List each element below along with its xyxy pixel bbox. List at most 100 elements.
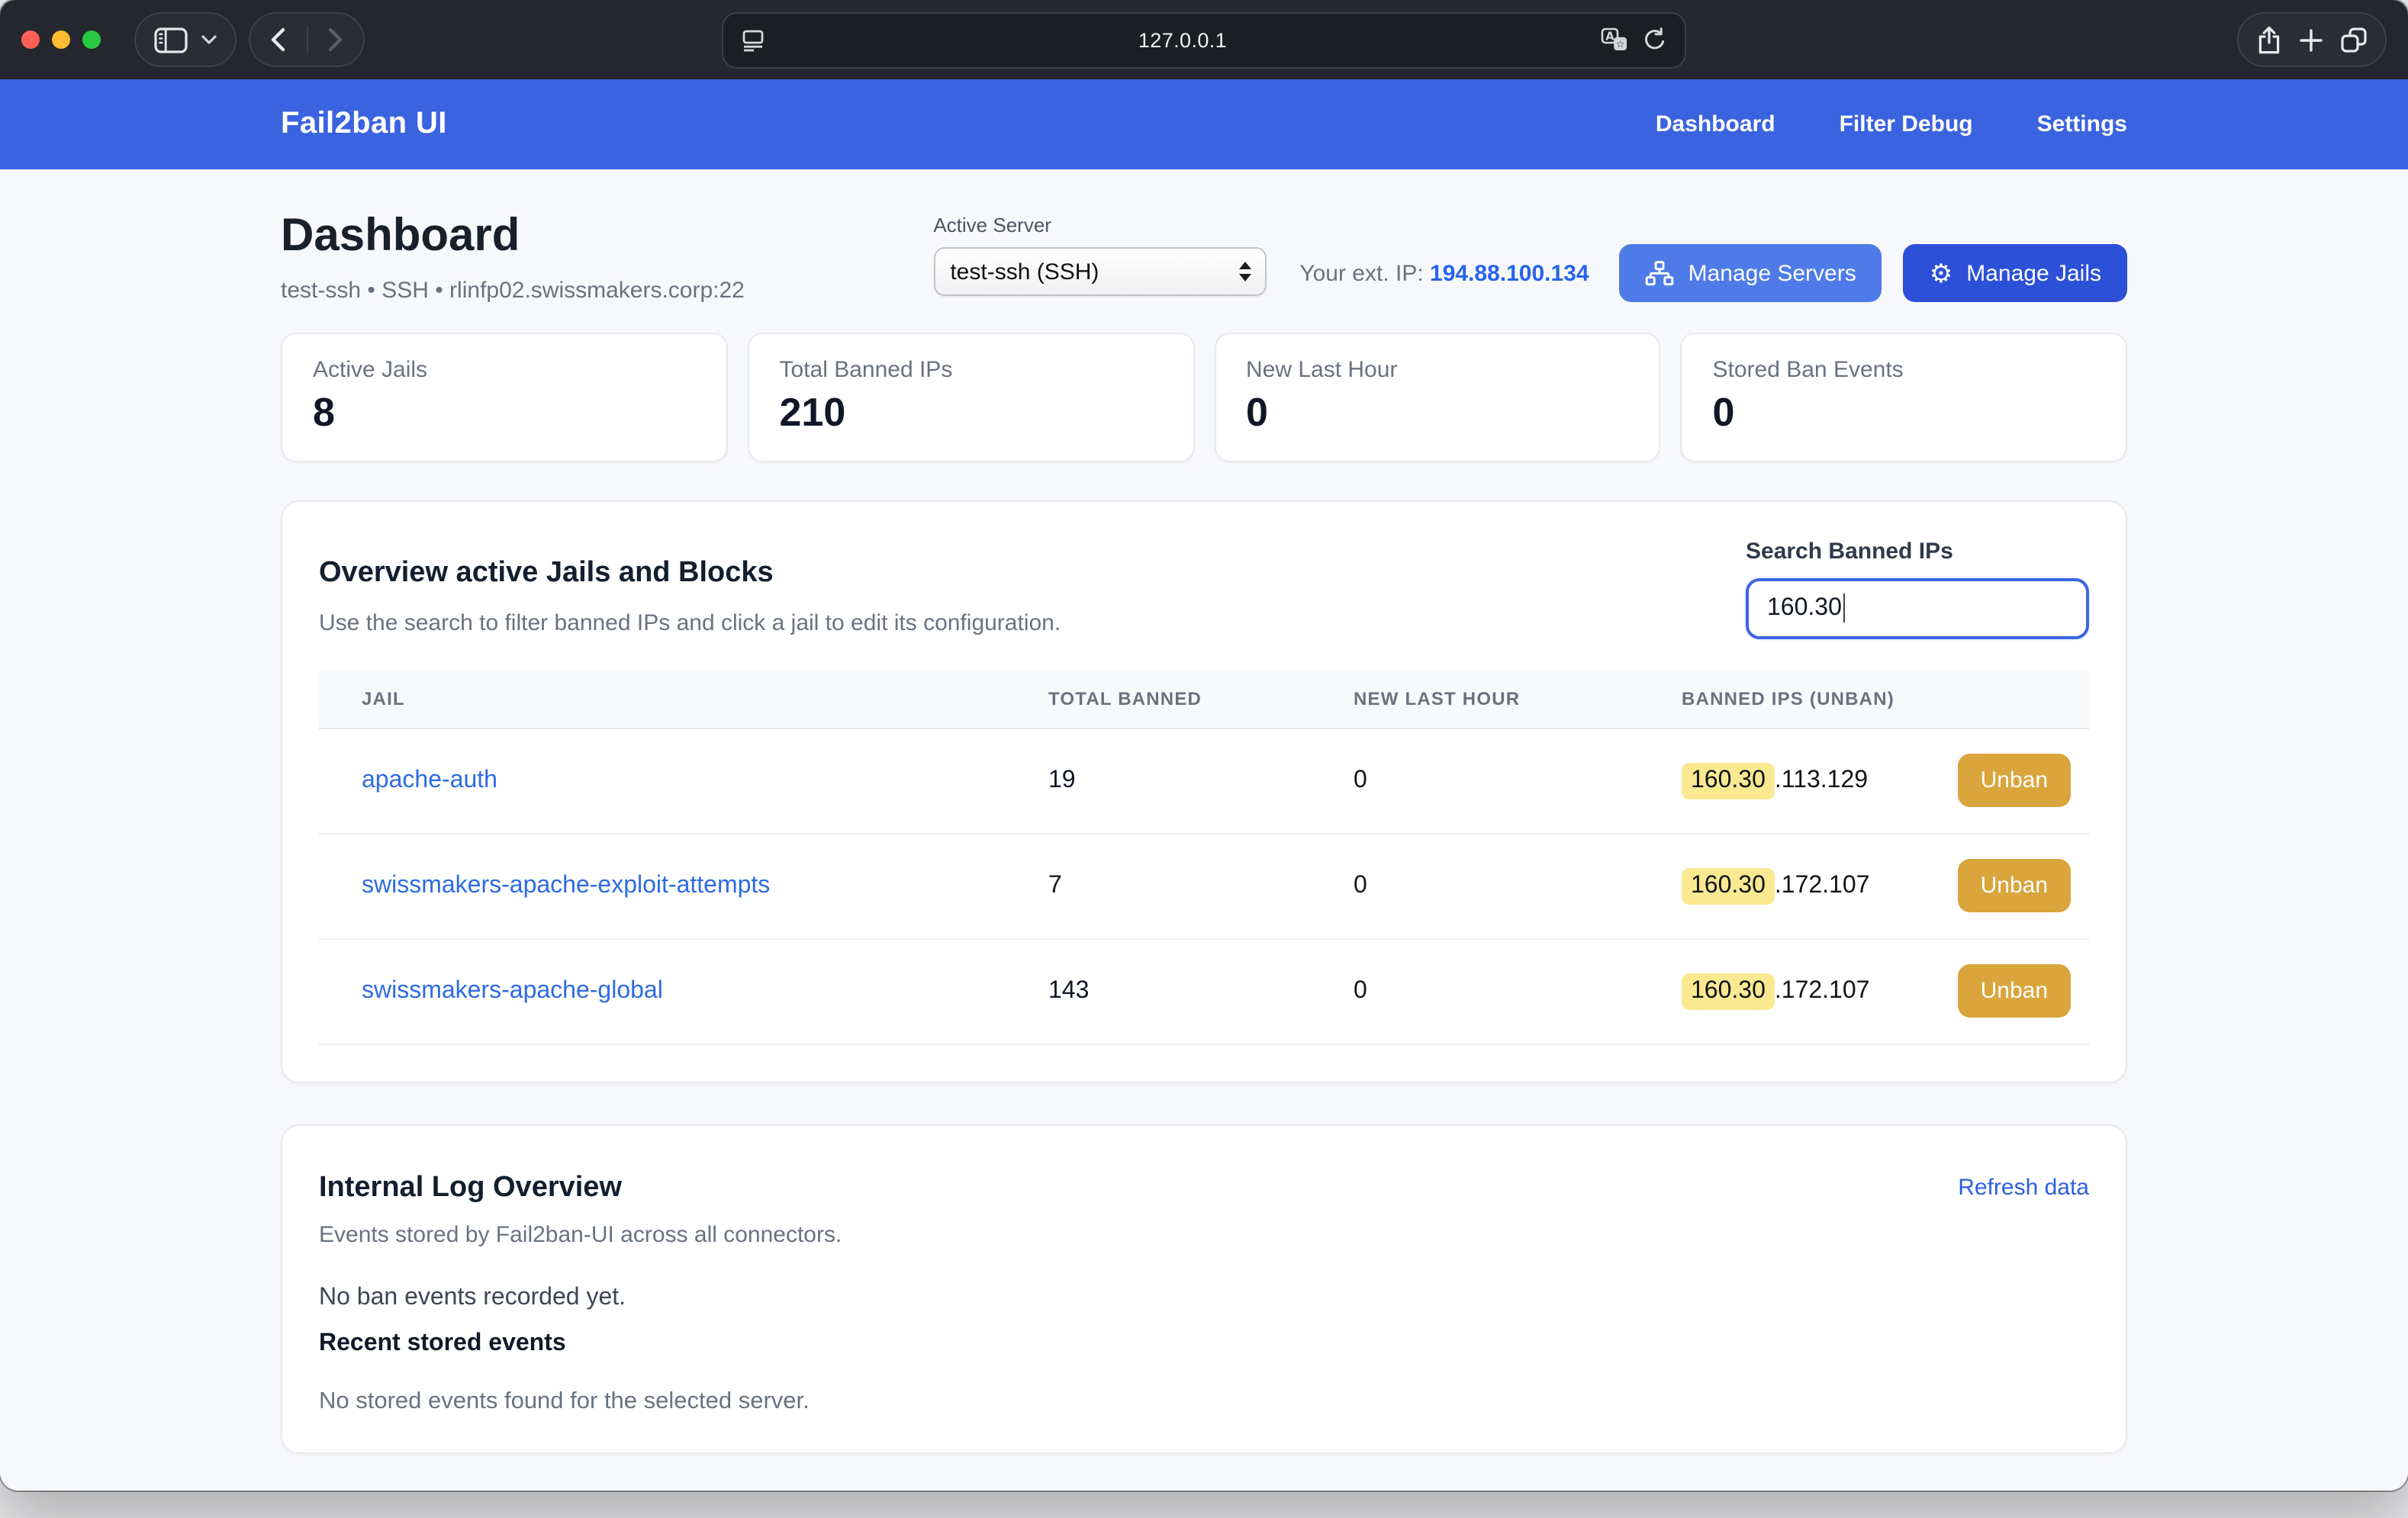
new-last-hour-value: 0 — [1311, 977, 1639, 1005]
manage-jails-label: Manage Jails — [1966, 260, 2101, 286]
ip-rest: .172.107 — [1775, 977, 1870, 1005]
new-last-hour-value: 0 — [1311, 767, 1639, 794]
ext-ip-value: 194.88.100.134 — [1430, 260, 1589, 286]
page-settings-icon[interactable] — [742, 28, 765, 51]
column-header-total-banned: TOTAL BANNED — [1006, 687, 1311, 709]
forward-button[interactable] — [328, 27, 343, 52]
ip-rest: .113.129 — [1775, 767, 1868, 794]
table-row: swissmakers-apache-global 143 0 160.30.1… — [319, 939, 2089, 1044]
url-bar[interactable]: 127.0.0.1 A ☆ — [722, 11, 1686, 68]
browser-titlebar: 127.0.0.1 A ☆ — [0, 0, 2408, 79]
table-row: apache-auth 19 0 160.30.113.129 Unban — [319, 728, 2089, 834]
new-last-hour-value: 0 — [1311, 872, 1639, 899]
zoom-button[interactable] — [82, 31, 101, 49]
gear-icon: ⚙ — [1930, 260, 1953, 286]
total-banned-value: 143 — [1006, 977, 1311, 1005]
no-ban-events-text: No ban events recorded yet. — [319, 1284, 2089, 1311]
banned-ip: 160.30.172.107 — [1639, 973, 1946, 1009]
translate-icon[interactable]: A ☆ — [1601, 27, 1628, 52]
search-input-value: 160.30 — [1767, 594, 1842, 622]
overview-description: Use the search to filter banned IPs and … — [319, 609, 1061, 635]
unban-button[interactable]: Unban — [1958, 859, 2071, 912]
total-banned-value: 7 — [1006, 872, 1311, 899]
ext-ip: Your ext. IP: 194.88.100.134 — [1299, 260, 1589, 286]
share-button[interactable] — [2257, 25, 2281, 54]
search-banned-ips-label: Search Banned IPs — [1746, 538, 2089, 564]
manage-servers-label: Manage Servers — [1688, 260, 1856, 286]
log-title: Internal Log Overview — [319, 1171, 622, 1204]
banned-ip: 160.30.113.129 — [1639, 762, 1946, 799]
reload-icon[interactable] — [1643, 27, 1666, 52]
minimize-button[interactable] — [52, 31, 70, 49]
stat-value: 0 — [1246, 391, 1629, 434]
manage-jails-button[interactable]: ⚙ Manage Jails — [1904, 244, 2127, 302]
sitemap-icon — [1646, 260, 1675, 286]
internal-log-panel: Internal Log Overview Refresh data Event… — [281, 1124, 2127, 1453]
page-subtitle: test-ssh • SSH • rlinfp02.swissmakers.co… — [281, 278, 933, 304]
banned-ip: 160.30.172.107 — [1639, 867, 1946, 904]
stat-card-total-banned: Total Banned IPs 210 — [748, 333, 1195, 462]
text-caret — [1843, 593, 1846, 622]
jail-link[interactable]: swissmakers-apache-exploit-attempts — [362, 872, 770, 898]
stat-value: 210 — [780, 391, 1163, 434]
nav-link-dashboard[interactable]: Dashboard — [1656, 111, 1775, 137]
table-header-row: JAIL TOTAL BANNED NEW LAST HOUR BANNED I… — [319, 669, 2089, 728]
history-nav — [249, 12, 365, 67]
column-header-jail: JAIL — [319, 687, 1006, 709]
stat-label: Total Banned IPs — [780, 357, 1163, 383]
stat-label: Stored Ban Events — [1713, 357, 2096, 383]
stat-card-new-last-hour: New Last Hour 0 — [1214, 333, 1661, 462]
jail-link[interactable]: apache-auth — [362, 767, 497, 793]
stat-card-active-jails: Active Jails 8 — [281, 333, 728, 462]
sidebar-icon — [154, 27, 188, 53]
nav-link-settings[interactable]: Settings — [2037, 111, 2127, 137]
search-banned-ips-input[interactable]: 160.30 — [1746, 577, 2089, 638]
total-banned-value: 19 — [1006, 767, 1311, 794]
stat-cards: Active Jails 8 Total Banned IPs 210 New … — [281, 333, 2127, 462]
column-header-new-last-hour: NEW LAST HOUR — [1311, 687, 1639, 709]
no-stored-events-text: No stored events found for the selected … — [319, 1388, 2089, 1415]
refresh-data-link[interactable]: Refresh data — [1958, 1175, 2089, 1201]
ip-match-highlight: 160.30 — [1682, 973, 1775, 1009]
tabs-overview-button[interactable] — [2341, 27, 2367, 53]
jail-link[interactable]: swissmakers-apache-global — [362, 977, 663, 1003]
stat-card-stored-ban-events: Stored Ban Events 0 — [1681, 333, 2128, 462]
ip-match-highlight: 160.30 — [1682, 867, 1775, 904]
stat-label: Active Jails — [313, 357, 696, 383]
back-button[interactable] — [271, 27, 286, 52]
unban-button[interactable]: Unban — [1958, 754, 2071, 807]
recent-stored-events-title: Recent stored events — [319, 1330, 2089, 1357]
active-server-value: test-ssh (SSH) — [950, 259, 1099, 285]
svg-text:☆: ☆ — [1616, 39, 1625, 50]
page-title: Dashboard — [281, 211, 933, 261]
browser-window: 127.0.0.1 A ☆ — [0, 0, 2408, 1491]
select-stepper-icon — [1238, 262, 1251, 281]
ext-ip-label: Your ext. IP: — [1299, 260, 1423, 286]
page-body: Dashboard test-ssh • SSH • rlinfp02.swis… — [0, 169, 2408, 1491]
chevron-down-icon — [201, 35, 217, 44]
overview-title: Overview active Jails and Blocks — [319, 556, 1061, 590]
close-button[interactable] — [21, 31, 40, 49]
column-header-banned-ips: BANNED IPS (UNBAN) — [1639, 687, 1946, 709]
new-tab-button[interactable] — [2300, 28, 2323, 51]
log-subtitle: Events stored by Fail2ban-UI across all … — [319, 1221, 2089, 1247]
brand-link[interactable]: Fail2ban UI — [281, 107, 447, 142]
table-row: swissmakers-apache-exploit-attempts 7 0 … — [319, 834, 2089, 939]
url-text: 127.0.0.1 — [765, 28, 1601, 51]
stat-value: 0 — [1713, 391, 2096, 434]
ip-rest: .172.107 — [1775, 872, 1870, 899]
nav-divider — [306, 26, 307, 53]
nav-link-filter-debug[interactable]: Filter Debug — [1840, 111, 1973, 137]
manage-servers-button[interactable]: Manage Servers — [1620, 244, 1882, 302]
stat-value: 8 — [313, 391, 696, 434]
sidebar-toggle-button[interactable] — [134, 12, 237, 67]
app-navbar: Fail2ban UI Dashboard Filter Debug Setti… — [0, 79, 2408, 169]
overview-panel: Overview active Jails and Blocks Use the… — [281, 500, 2127, 1082]
jails-table: JAIL TOTAL BANNED NEW LAST HOUR BANNED I… — [319, 669, 2089, 1044]
stat-label: New Last Hour — [1246, 357, 1629, 383]
svg-text:A: A — [1605, 29, 1614, 43]
window-controls — [21, 31, 101, 49]
toolbar-actions — [2237, 12, 2387, 67]
active-server-select[interactable]: test-ssh (SSH) — [933, 247, 1266, 296]
unban-button[interactable]: Unban — [1958, 964, 2071, 1018]
